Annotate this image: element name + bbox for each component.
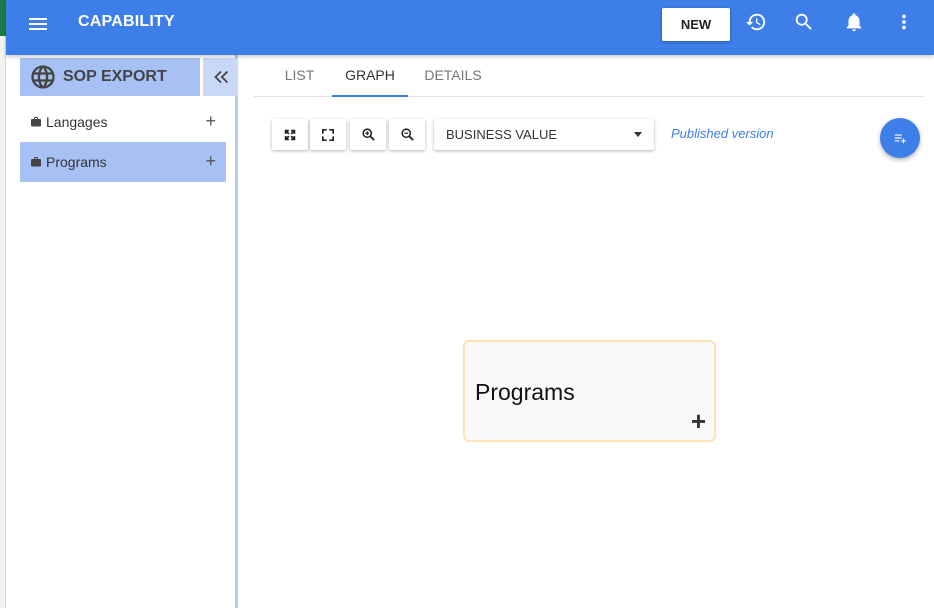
- new-button[interactable]: NEW: [662, 8, 730, 41]
- fullscreen-button[interactable]: [310, 119, 346, 150]
- sidebar: SOP EXPORT Langages + Programs +: [6, 55, 238, 608]
- sidebar-item-langages[interactable]: Langages +: [20, 102, 226, 142]
- add-icon[interactable]: +: [205, 152, 216, 170]
- graph-node-label: Programs: [475, 379, 575, 405]
- zoom-out-button[interactable]: [389, 119, 425, 150]
- briefcase-icon: [31, 157, 41, 167]
- caret-down-icon: [634, 132, 642, 137]
- add-list-fab[interactable]: [880, 118, 920, 158]
- view-mode-select[interactable]: BUSINESS VALUE: [434, 119, 654, 150]
- tab-details[interactable]: DETAILS: [418, 55, 488, 97]
- fullscreen-icon: [322, 128, 334, 141]
- fit-view-button[interactable]: [272, 119, 308, 150]
- globe-icon: [31, 65, 55, 89]
- graph-node-programs[interactable]: Programs +: [463, 340, 716, 442]
- tab-list[interactable]: LIST: [272, 55, 327, 97]
- zoom-out-icon: [400, 128, 414, 141]
- app-title: CAPABILITY: [78, 13, 175, 30]
- app-bar: CAPABILITY NEW: [6, 0, 934, 55]
- view-tabs: LIST GRAPH DETAILS: [254, 55, 924, 97]
- bell-icon[interactable]: [842, 10, 866, 34]
- published-version-link[interactable]: Published version: [671, 126, 774, 141]
- sidebar-header[interactable]: SOP EXPORT: [20, 58, 200, 96]
- fit-view-icon: [284, 129, 296, 140]
- sidebar-header-label: SOP EXPORT: [63, 68, 167, 85]
- tab-graph[interactable]: GRAPH: [332, 55, 408, 97]
- sidebar-item-programs[interactable]: Programs +: [20, 142, 226, 182]
- expand-node-icon[interactable]: +: [691, 408, 706, 434]
- zoom-in-button[interactable]: [350, 119, 386, 150]
- menu-icon[interactable]: [26, 12, 50, 36]
- history-icon[interactable]: [744, 10, 768, 34]
- search-icon[interactable]: [792, 10, 816, 34]
- add-icon[interactable]: +: [205, 112, 216, 130]
- zoom-in-icon: [361, 128, 375, 141]
- more-vert-icon[interactable]: [892, 10, 916, 34]
- collapse-sidebar-button[interactable]: [203, 58, 238, 96]
- briefcase-icon: [31, 117, 41, 127]
- view-mode-selected: BUSINESS VALUE: [446, 127, 558, 142]
- sidebar-item-label: Programs: [46, 154, 107, 170]
- add-list-icon: [894, 134, 906, 144]
- sidebar-item-label: Langages: [46, 114, 108, 130]
- double-chevron-left-icon: [213, 70, 228, 84]
